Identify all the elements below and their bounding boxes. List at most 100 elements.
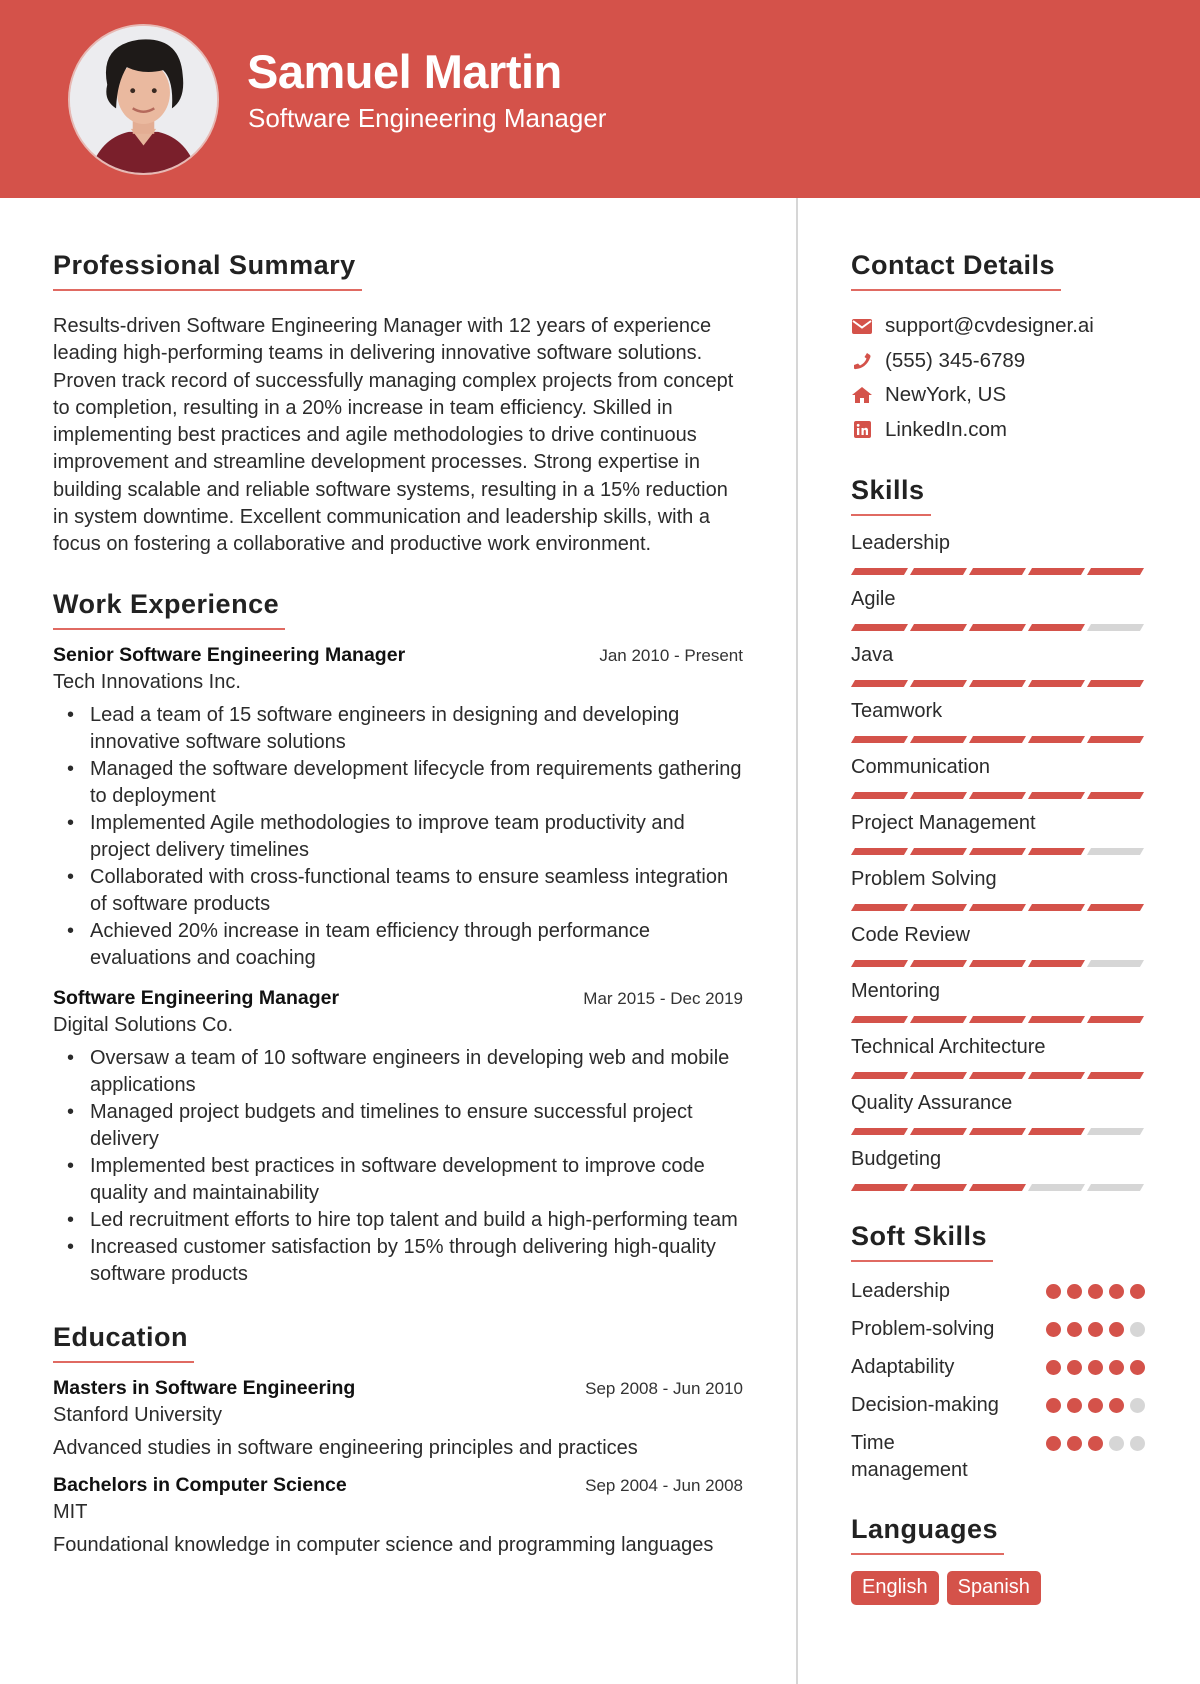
degree-title: Masters in Software Engineering <box>53 1376 356 1399</box>
section-heading: Education <box>53 1322 195 1363</box>
experience-section: Work Experience Senior Software Engineer… <box>53 589 743 1288</box>
skill-segment-empty <box>1086 1128 1145 1135</box>
bullet-item: Increased customer satisfaction by 15% t… <box>53 1234 743 1288</box>
education-description: Advanced studies in software engineering… <box>53 1436 638 1459</box>
education-dates: Sep 2004 - Jun 2008 <box>585 1475 743 1495</box>
skill-segment-filled <box>1027 848 1086 855</box>
rating-dot-empty <box>1130 1322 1145 1337</box>
rating-dot-filled <box>1067 1398 1082 1413</box>
skill-segment-filled <box>1086 1072 1145 1079</box>
skill-segment-filled <box>1027 792 1086 799</box>
soft-skill-rating <box>1046 1316 1145 1337</box>
bullet-item: Implemented Agile methodologies to impro… <box>53 810 743 864</box>
soft-skill-item: Leadership <box>851 1278 1161 1305</box>
summary-section: Professional Summary Results-driven Soft… <box>53 250 743 559</box>
skill-segment-empty <box>1086 1184 1145 1191</box>
skills-list: Leadership Agile Java Teamwork Communication… <box>850 532 1161 1191</box>
rating-dot-empty <box>1130 1398 1145 1413</box>
education-entry: Masters in Software Engineering Sep 2008… <box>53 1377 743 1460</box>
skill-segment-filled <box>1027 1016 1086 1023</box>
skill-segment-filled <box>850 1072 909 1079</box>
bullet-item: Lead a team of 15 software engineers in … <box>53 702 743 756</box>
contact-text: LinkedIn.com <box>885 417 1007 441</box>
main-column: Professional Summary Results-driven Soft… <box>53 198 743 1557</box>
rating-dot-filled <box>1109 1360 1124 1375</box>
profile-photo <box>68 24 219 175</box>
soft-skill-name: Problem-solving <box>851 1318 995 1340</box>
contact-phone[interactable]: (555) 345-6789 <box>851 344 1161 379</box>
skills-section: Skills Leadership Agile Java Teamwork Commun… <box>850 475 1161 1191</box>
skill-segment-filled <box>909 904 968 911</box>
skill-level-bar <box>850 1184 1161 1191</box>
skill-segment-filled <box>909 848 968 855</box>
skill-item: Technical Architecture <box>850 1036 1161 1079</box>
skill-segment-filled <box>968 1184 1027 1191</box>
skill-segment-filled <box>968 792 1027 799</box>
linkedin-icon <box>851 419 873 441</box>
rating-dot-filled <box>1046 1360 1061 1375</box>
rating-dot-filled <box>1109 1398 1124 1413</box>
soft-skill-rating <box>1046 1430 1145 1451</box>
rating-dot-filled <box>1088 1398 1103 1413</box>
skill-segment-filled <box>909 792 968 799</box>
skill-item: Project Management <box>850 812 1161 855</box>
bullet-item: Led recruitment efforts to hire top tale… <box>53 1207 743 1234</box>
skill-item: Java <box>850 644 1161 687</box>
skill-level-bar <box>850 1128 1161 1135</box>
avatar-illustration <box>70 26 217 173</box>
section-heading: Work Experience <box>53 589 286 630</box>
skill-segment-filled <box>1027 624 1086 631</box>
soft-skill-name: Decision-making <box>851 1394 999 1416</box>
languages-list: English Spanish <box>851 1571 1161 1605</box>
candidate-name: Samuel Martin <box>247 45 562 98</box>
skill-segment-filled <box>1027 568 1086 575</box>
rating-dot-filled <box>1067 1284 1082 1299</box>
skill-segment-filled <box>909 1128 968 1135</box>
skill-name: Project Management <box>851 812 1036 834</box>
skill-level-bar <box>850 792 1161 799</box>
bullet-item: Achieved 20% increase in team efficiency… <box>53 918 743 972</box>
skill-name: Problem Solving <box>851 868 997 890</box>
contact-linkedin[interactable]: LinkedIn.com <box>851 413 1161 448</box>
contact-text: (555) 345-6789 <box>885 348 1026 372</box>
skill-segment-filled <box>850 736 909 743</box>
skill-segment-filled <box>850 1184 909 1191</box>
education-entry: Bachelors in Computer Science Sep 2004 -… <box>53 1474 743 1557</box>
skill-segment-filled <box>1086 680 1145 687</box>
skill-name: Agile <box>851 588 896 610</box>
skill-name: Quality Assurance <box>851 1092 1013 1114</box>
skill-level-bar <box>850 904 1161 911</box>
home-icon <box>851 384 873 406</box>
soft-skill-item: Adaptability <box>851 1354 1161 1381</box>
rating-dot-filled <box>1067 1360 1082 1375</box>
skill-name: Java <box>851 644 894 666</box>
skill-name: Leadership <box>851 532 950 554</box>
skill-item: Budgeting <box>850 1148 1161 1191</box>
soft-skill-rating <box>1046 1392 1145 1413</box>
skill-segment-filled <box>1027 736 1086 743</box>
rating-dot-filled <box>1088 1436 1103 1451</box>
skill-segment-filled <box>1086 568 1145 575</box>
section-heading: Languages <box>851 1514 1005 1555</box>
skill-segment-filled <box>1027 960 1086 967</box>
skill-segment-filled <box>1027 1072 1086 1079</box>
rating-dot-filled <box>1109 1322 1124 1337</box>
skill-segment-filled <box>909 1072 968 1079</box>
job-title: Senior Software Engineering Manager <box>53 643 406 666</box>
skill-segment-filled <box>1086 904 1145 911</box>
skill-name: Teamwork <box>851 700 943 722</box>
skill-segment-filled <box>968 736 1027 743</box>
skill-item: Teamwork <box>850 700 1161 743</box>
skill-segment-filled <box>968 624 1027 631</box>
skill-level-bar <box>850 736 1161 743</box>
contact-location: NewYork, US <box>851 378 1161 413</box>
contact-email[interactable]: support@cvdesigner.ai <box>851 309 1161 344</box>
section-heading: Soft Skills <box>851 1221 994 1262</box>
degree-title: Bachelors in Computer Science <box>53 1473 347 1496</box>
soft-skill-item: Decision-making <box>851 1392 1161 1419</box>
skill-item: Leadership <box>850 532 1161 575</box>
soft-skills-list: Leadership Problem-solving Adaptability Dec… <box>851 1278 1161 1484</box>
soft-skills-section: Soft Skills Leadership Problem-solving Ada… <box>851 1221 1161 1484</box>
skill-segment-filled <box>850 848 909 855</box>
rating-dot-filled <box>1046 1398 1061 1413</box>
